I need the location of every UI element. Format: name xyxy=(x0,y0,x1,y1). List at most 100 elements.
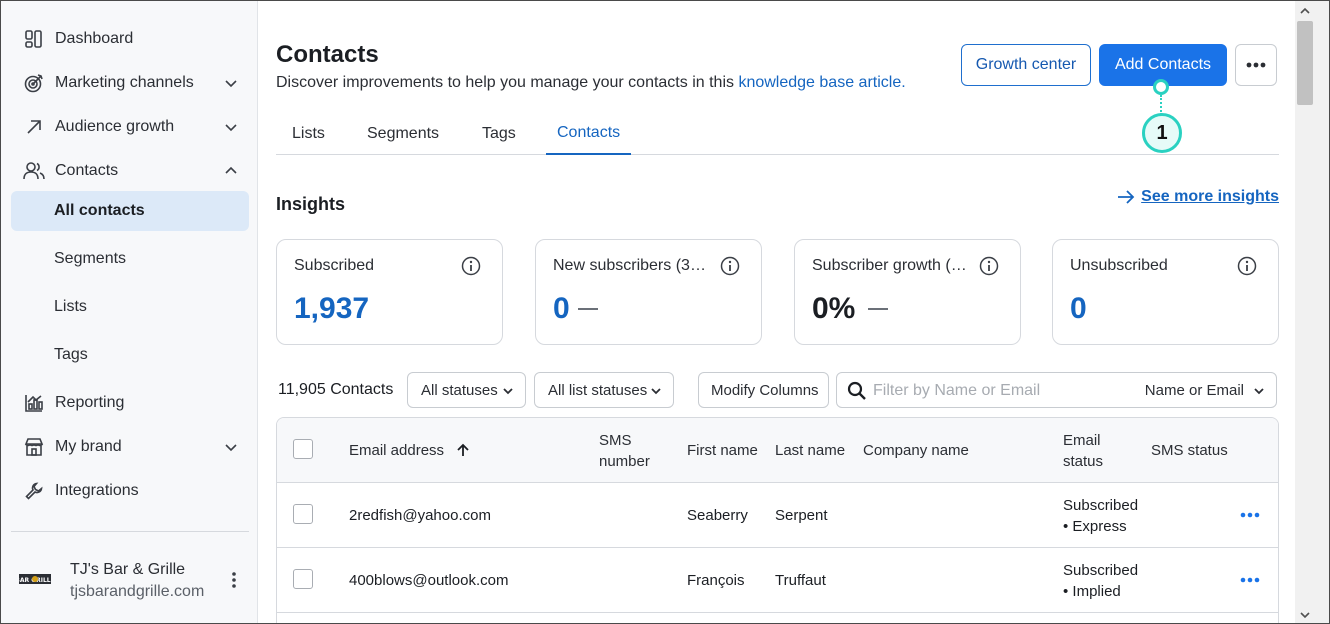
callout-anchor-dot xyxy=(1153,79,1169,95)
sidebar-subitem-label: Segments xyxy=(54,250,127,267)
card-value: 0 xyxy=(553,292,570,325)
column-header-label: Email address xyxy=(349,442,445,459)
search-mode-select[interactable]: Name or Email xyxy=(1145,382,1244,399)
growth-center-button[interactable]: Growth center xyxy=(961,44,1091,86)
card-value: 0 xyxy=(1070,292,1087,325)
people-icon xyxy=(23,160,45,182)
sidebar-divider xyxy=(11,531,249,532)
scroll-up-arrow-icon[interactable] xyxy=(1300,7,1310,15)
app-window: Dashboard Marketing channels Audience gr… xyxy=(0,0,1330,624)
tab-lists[interactable]: Lists xyxy=(292,113,325,155)
sidebar-item-label: My brand xyxy=(55,438,122,455)
sidebar: Dashboard Marketing channels Audience gr… xyxy=(1,1,258,623)
callout-number-badge: 1 xyxy=(1142,113,1182,153)
contacts-count: 11,905 Contacts xyxy=(278,381,394,398)
sidebar-item-dashboard[interactable]: Dashboard xyxy=(11,19,249,59)
see-more-label: See more insights xyxy=(1141,188,1279,205)
cell-last-name: Truffaut xyxy=(775,572,826,589)
cell-email[interactable]: 400blows@outlook.com xyxy=(349,570,508,591)
row-actions-icon[interactable] xyxy=(1240,511,1260,519)
main-content: Contacts Discover improvements to help y… xyxy=(259,1,1295,623)
row-actions-icon[interactable] xyxy=(1240,576,1260,584)
sidebar-item-marketing-channels[interactable]: Marketing channels xyxy=(11,63,249,103)
column-header-label: status xyxy=(1063,453,1104,470)
see-more-insights-link[interactable]: See more insights xyxy=(1117,188,1279,206)
insight-card-new-subscribers: New subscribers (30 days) 0 xyxy=(535,239,762,345)
status-detail: • Express xyxy=(1063,518,1127,535)
sidebar-item-reporting[interactable]: Reporting xyxy=(11,383,249,423)
sidebar-subitem-segments[interactable]: Segments xyxy=(11,239,249,279)
row-checkbox[interactable] xyxy=(293,569,313,589)
sort-ascending-icon[interactable] xyxy=(456,443,470,457)
tab-bar: Lists Segments Tags Contacts xyxy=(276,113,1279,155)
row-checkbox[interactable] xyxy=(293,504,313,524)
column-header-first-name[interactable]: First name xyxy=(687,440,758,461)
page-title: Contacts xyxy=(276,41,379,68)
sidebar-item-label: Integrations xyxy=(55,482,139,499)
column-header-sms-number[interactable]: SMS number xyxy=(599,430,650,472)
sidebar-subitem-tags[interactable]: Tags xyxy=(11,335,249,375)
column-header-company-name[interactable]: Company name xyxy=(863,440,969,461)
tab-segments[interactable]: Segments xyxy=(367,113,439,155)
card-label: Unsubscribed xyxy=(1070,257,1168,274)
modify-columns-button[interactable]: Modify Columns xyxy=(698,372,829,408)
insights-heading: Insights xyxy=(276,194,346,214)
info-icon[interactable] xyxy=(979,256,999,276)
card-label: New subscribers (30 days) xyxy=(553,257,713,274)
search-icon xyxy=(847,381,866,400)
sidebar-item-my-brand[interactable]: My brand xyxy=(11,427,249,467)
chevron-down-icon[interactable] xyxy=(223,439,239,455)
select-value: All statuses xyxy=(421,381,498,399)
table-row[interactable]: 400blows@outlook.com François Truffaut S… xyxy=(277,548,1278,613)
column-header-sms-status[interactable]: SMS status xyxy=(1151,440,1228,461)
kebab-menu-icon[interactable] xyxy=(231,571,237,589)
column-header-email[interactable]: Email address xyxy=(349,440,470,461)
table-row[interactable]: 2redfish@yahoo.com Seaberry Serpent Subs… xyxy=(277,483,1278,548)
card-label: Subscriber growth (30 days) xyxy=(812,257,972,274)
cell-first-name: François xyxy=(687,572,745,589)
info-icon[interactable] xyxy=(720,256,740,276)
scrollbar-thumb[interactable] xyxy=(1297,21,1313,105)
tab-tags[interactable]: Tags xyxy=(482,113,516,155)
cell-email[interactable]: 2redfish@yahoo.com xyxy=(349,505,491,526)
column-header-last-name[interactable]: Last name xyxy=(775,440,845,461)
sidebar-item-contacts[interactable]: Contacts xyxy=(11,151,249,191)
status-detail: • Implied xyxy=(1063,583,1121,600)
cell-email-status: Subscribed • Implied xyxy=(1063,560,1138,602)
subtitle-text: Discover improvements to help you manage… xyxy=(276,74,734,91)
sidebar-item-audience-growth[interactable]: Audience growth xyxy=(11,107,249,147)
status-filter-select[interactable]: All statuses xyxy=(407,372,526,408)
select-all-checkbox[interactable] xyxy=(293,439,313,459)
sidebar-item-label: Dashboard xyxy=(55,30,134,47)
sidebar-subitem-lists[interactable]: Lists xyxy=(11,287,249,327)
more-options-button[interactable] xyxy=(1235,44,1277,86)
arrow-right-icon xyxy=(1118,190,1135,204)
trend-dash xyxy=(578,308,598,310)
account-name: TJ's Bar & Grille xyxy=(70,561,186,578)
knowledge-base-link[interactable]: knowledge base article. xyxy=(738,74,905,91)
scroll-down-arrow-icon[interactable] xyxy=(1300,611,1310,619)
info-icon[interactable] xyxy=(1237,256,1257,276)
search-input[interactable] xyxy=(873,379,1133,403)
select-value: All list statuses xyxy=(548,381,648,399)
sidebar-subitem-all-contacts[interactable]: All contacts xyxy=(11,191,249,231)
chevron-down-icon[interactable] xyxy=(223,75,239,91)
account-switcher[interactable]: BAR GRILLE TJ's Bar & Grille tjsbarandgr… xyxy=(15,557,245,603)
column-header-label: Email xyxy=(1063,432,1101,449)
table-header: Email address SMS number First name Last… xyxy=(277,418,1278,483)
column-header-email-status[interactable]: Email status xyxy=(1063,430,1103,472)
brand-logo: BAR GRILLE xyxy=(19,574,51,584)
dashboard-icon xyxy=(23,28,45,50)
sidebar-subitem-label: Tags xyxy=(54,346,88,363)
tab-contacts[interactable]: Contacts xyxy=(546,113,632,155)
more-horizontal-icon xyxy=(1246,62,1266,68)
info-icon[interactable] xyxy=(461,256,481,276)
chevron-down-icon[interactable] xyxy=(223,119,239,135)
chevron-down-icon[interactable] xyxy=(1254,387,1264,395)
chevron-up-icon[interactable] xyxy=(223,163,239,179)
list-status-filter-select[interactable]: All list statuses xyxy=(534,372,674,408)
arrow-up-right-icon xyxy=(23,116,45,138)
account-domain: tjsbarandgrille.com xyxy=(70,583,205,600)
sidebar-item-integrations[interactable]: Integrations xyxy=(11,471,249,511)
filter-bar: 11,905 Contacts All statuses All list st… xyxy=(276,371,1279,409)
